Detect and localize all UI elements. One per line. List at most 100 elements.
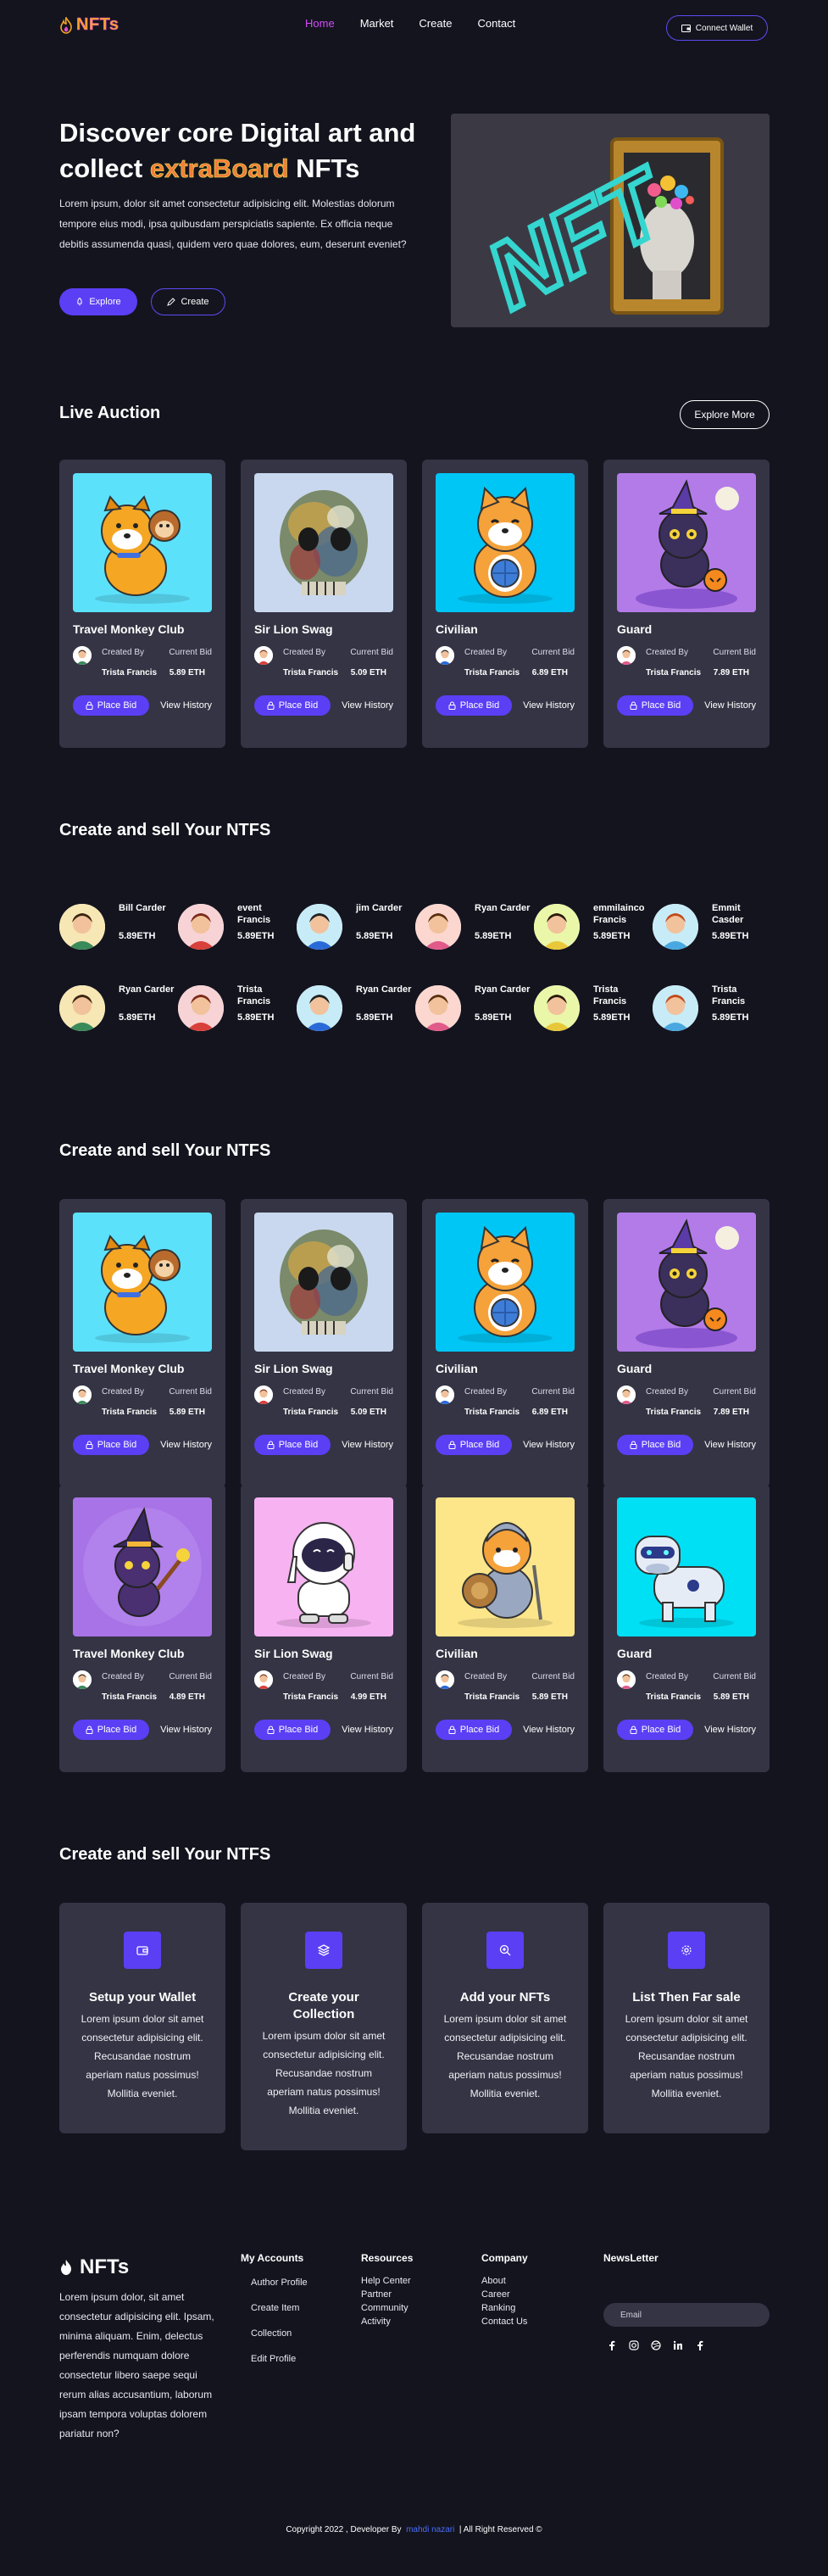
- newsletter-email-input[interactable]: [603, 2303, 770, 2327]
- nft-artwork[interactable]: [617, 1497, 756, 1636]
- footer-link-author-profile[interactable]: Author Profile: [251, 2278, 308, 2288]
- place-bid-button[interactable]: Place Bid: [436, 1435, 512, 1455]
- view-history-link[interactable]: View History: [342, 1440, 393, 1450]
- top-creator[interactable]: Bill Carder 5.89ETH: [59, 902, 178, 953]
- nft-artwork[interactable]: [617, 473, 756, 612]
- view-history-link[interactable]: View History: [342, 700, 393, 711]
- nft-artwork[interactable]: [254, 473, 393, 612]
- place-bid-button[interactable]: Place Bid: [617, 695, 693, 716]
- nav-link-home[interactable]: Home: [305, 17, 335, 30]
- view-history-link[interactable]: View History: [523, 700, 575, 711]
- top-creator[interactable]: Ryan Carder 5.89ETH: [415, 984, 534, 1034]
- nav-link-contact[interactable]: Contact: [477, 17, 515, 30]
- nft-artwork[interactable]: [617, 1213, 756, 1352]
- linkedin-icon[interactable]: [673, 2340, 683, 2350]
- view-history-link[interactable]: View History: [160, 1725, 212, 1735]
- view-history-link[interactable]: View History: [160, 700, 212, 711]
- explore-more-button[interactable]: Explore More: [680, 400, 770, 429]
- nft-artwork[interactable]: [254, 1213, 393, 1352]
- creator-avatar[interactable]: [534, 904, 580, 950]
- place-bid-button[interactable]: Place Bid: [436, 695, 512, 716]
- facebook-icon[interactable]: [695, 2340, 705, 2350]
- view-history-link[interactable]: View History: [523, 1725, 575, 1735]
- place-bid-button[interactable]: Place Bid: [254, 695, 331, 716]
- nft-card[interactable]: Civilian Created By Current Bid Trista F…: [422, 1199, 588, 1487]
- dribbble-icon[interactable]: [651, 2340, 661, 2350]
- place-bid-button[interactable]: Place Bid: [254, 1720, 331, 1740]
- nft-artwork[interactable]: [254, 1497, 393, 1636]
- creator-avatar[interactable]: [178, 904, 224, 950]
- footer-link-career[interactable]: Career: [481, 2289, 528, 2300]
- creator-avatar[interactable]: [534, 985, 580, 1031]
- creator-avatar[interactable]: [297, 985, 342, 1031]
- nft-artwork[interactable]: [73, 473, 212, 612]
- top-creator[interactable]: Ryan Carder 5.89ETH: [297, 984, 415, 1034]
- creator-avatar[interactable]: [653, 985, 698, 1031]
- creator-avatar[interactable]: [297, 904, 342, 950]
- top-creator[interactable]: emmilainco Francis 5.89ETH: [534, 902, 653, 953]
- place-bid-button[interactable]: Place Bid: [436, 1720, 512, 1740]
- footer-link-ranking[interactable]: Ranking: [481, 2303, 528, 2313]
- view-history-link[interactable]: View History: [704, 1725, 756, 1735]
- view-history-link[interactable]: View History: [523, 1440, 575, 1450]
- nft-artwork[interactable]: [436, 473, 575, 612]
- view-history-link[interactable]: View History: [704, 700, 756, 711]
- creator-avatar[interactable]: [59, 985, 105, 1031]
- explore-button[interactable]: Explore: [59, 288, 137, 315]
- footer-link-help-center[interactable]: Help Center: [361, 2276, 413, 2286]
- facebook-icon[interactable]: [607, 2340, 617, 2350]
- place-bid-button[interactable]: Place Bid: [73, 1720, 149, 1740]
- footer-logo[interactable]: NFTs: [59, 2255, 129, 2279]
- footer-link-edit-profile[interactable]: Edit Profile: [251, 2354, 308, 2364]
- top-creator[interactable]: event Francis 5.89ETH: [178, 902, 297, 953]
- view-history-link[interactable]: View History: [704, 1440, 756, 1450]
- creator-avatar[interactable]: [178, 985, 224, 1031]
- top-creator[interactable]: Ryan Carder 5.89ETH: [415, 902, 534, 953]
- nft-card[interactable]: Sir Lion Swag Created By Current Bid Tri…: [241, 460, 407, 748]
- creator-avatar[interactable]: [59, 904, 105, 950]
- creator-avatar[interactable]: [415, 904, 461, 950]
- place-bid-button[interactable]: Place Bid: [73, 695, 149, 716]
- nft-card[interactable]: Travel Monkey Club Created By Current Bi…: [59, 1199, 225, 1487]
- developer-link[interactable]: mahdi nazari: [406, 2525, 454, 2534]
- view-history-link[interactable]: View History: [160, 1440, 212, 1450]
- nft-card[interactable]: Travel Monkey Club Created By Current Bi…: [59, 460, 225, 748]
- nav-link-market[interactable]: Market: [360, 17, 394, 30]
- creator-avatar[interactable]: [653, 904, 698, 950]
- nft-artwork[interactable]: [73, 1213, 212, 1352]
- creator-avatar[interactable]: [415, 985, 461, 1031]
- footer-link-activity[interactable]: Activity: [361, 2317, 413, 2327]
- brand-logo[interactable]: NFTs: [59, 15, 119, 35]
- footer-link-contact-us[interactable]: Contact Us: [481, 2317, 528, 2327]
- place-bid-button[interactable]: Place Bid: [617, 1720, 693, 1740]
- nft-card[interactable]: Guard Created By Current Bid Trista Fran…: [603, 460, 770, 748]
- footer-link-community[interactable]: Community: [361, 2303, 413, 2313]
- nft-card[interactable]: Civilian Created By Current Bid Trista F…: [422, 1484, 588, 1772]
- nft-card[interactable]: Sir Lion Swag Created By Current Bid Tri…: [241, 1199, 407, 1487]
- top-creator[interactable]: Emmit Casder 5.89ETH: [653, 902, 771, 953]
- instagram-icon[interactable]: [629, 2340, 639, 2350]
- nft-artwork[interactable]: [436, 1497, 575, 1636]
- nft-card[interactable]: Guard Created By Current Bid Trista Fran…: [603, 1199, 770, 1487]
- top-creator[interactable]: Trista Francis 5.89ETH: [653, 984, 771, 1034]
- footer-link-create-item[interactable]: Create Item: [251, 2303, 308, 2313]
- footer-link-about[interactable]: About: [481, 2276, 528, 2286]
- top-creator[interactable]: jim Carder 5.89ETH: [297, 902, 415, 953]
- top-creator[interactable]: Trista Francis 5.89ETH: [178, 984, 297, 1034]
- view-history-link[interactable]: View History: [342, 1725, 393, 1735]
- connect-wallet-button[interactable]: Connect Wallet: [666, 15, 768, 41]
- footer-link-partner[interactable]: Partner: [361, 2289, 413, 2300]
- nav-link-create[interactable]: Create: [419, 17, 452, 30]
- create-button[interactable]: Create: [151, 288, 225, 315]
- nft-card[interactable]: Sir Lion Swag Created By Current Bid Tri…: [241, 1484, 407, 1772]
- top-creator[interactable]: Trista Francis 5.89ETH: [534, 984, 653, 1034]
- nft-card[interactable]: Travel Monkey Club Created By Current Bi…: [59, 1484, 225, 1772]
- place-bid-button[interactable]: Place Bid: [254, 1435, 331, 1455]
- place-bid-button[interactable]: Place Bid: [617, 1435, 693, 1455]
- nft-artwork[interactable]: [436, 1213, 575, 1352]
- nft-artwork[interactable]: [73, 1497, 212, 1636]
- place-bid-button[interactable]: Place Bid: [73, 1435, 149, 1455]
- footer-link-collection[interactable]: Collection: [251, 2328, 308, 2339]
- top-creator[interactable]: Ryan Carder 5.89ETH: [59, 984, 178, 1034]
- nft-card[interactable]: Civilian Created By Current Bid Trista F…: [422, 460, 588, 748]
